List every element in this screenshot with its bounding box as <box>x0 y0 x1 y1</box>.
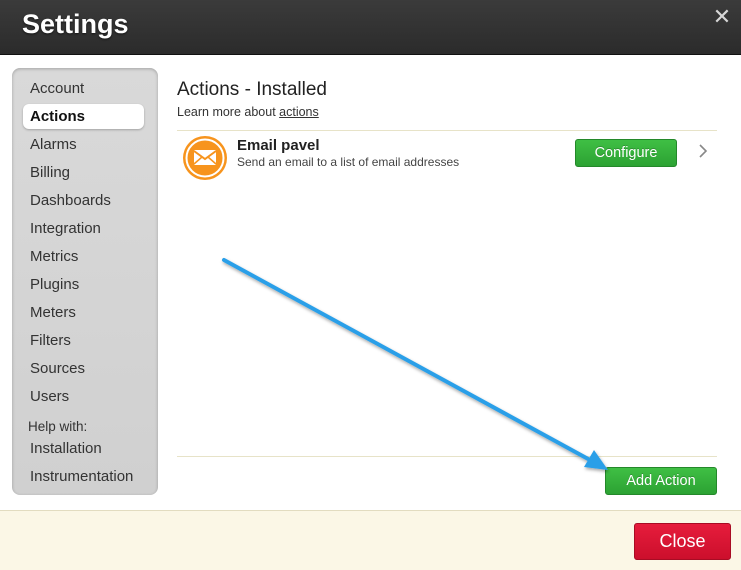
page-title: Actions - Installed <box>177 79 327 100</box>
help-with-label: Help with: <box>28 419 88 434</box>
sidebar-item-plugins[interactable]: Plugins <box>30 274 79 296</box>
envelope-icon <box>183 136 227 180</box>
action-description: Send an email to a list of email address… <box>237 155 460 169</box>
close-x-icon[interactable]: ✕ <box>711 6 733 28</box>
sidebar-item-filters[interactable]: Filters <box>30 330 71 352</box>
sidebar-item-metrics[interactable]: Metrics <box>30 246 78 268</box>
sidebar-item-account[interactable]: Account <box>30 78 84 100</box>
actions-help-link[interactable]: actions <box>279 105 319 119</box>
action-list-item[interactable]: Email pavel Send an email to a list of e… <box>177 131 717 186</box>
chevron-right-icon[interactable] <box>698 143 708 159</box>
close-button[interactable]: Close <box>634 523 731 560</box>
action-title: Email pavel <box>237 137 320 154</box>
sidebar-item-sources[interactable]: Sources <box>30 358 85 380</box>
settings-sidebar: Account Actions Alarms Billing Dashboard… <box>12 68 158 495</box>
add-action-button[interactable]: Add Action <box>605 467 717 495</box>
sidebar-item-billing[interactable]: Billing <box>30 162 70 184</box>
sidebar-item-integration[interactable]: Integration <box>30 218 101 240</box>
title-bar: Settings ✕ <box>0 0 741 55</box>
sidebar-item-alarms[interactable]: Alarms <box>30 134 77 156</box>
window-title: Settings <box>22 9 129 39</box>
list-divider-bottom <box>177 456 717 457</box>
sidebar-item-users[interactable]: Users <box>30 386 69 408</box>
learn-more-text: Learn more about actions <box>177 105 319 119</box>
sidebar-item-actions[interactable]: Actions <box>23 104 144 129</box>
configure-button[interactable]: Configure <box>575 139 677 167</box>
sidebar-item-installation[interactable]: Installation <box>30 438 102 460</box>
sidebar-item-instrumentation[interactable]: Instrumentation <box>30 466 133 488</box>
learn-more-prefix: Learn more about <box>177 105 280 119</box>
sidebar-item-dashboards[interactable]: Dashboards <box>30 190 111 212</box>
dialog-footer: Close <box>0 510 741 570</box>
sidebar-item-meters[interactable]: Meters <box>30 302 76 324</box>
